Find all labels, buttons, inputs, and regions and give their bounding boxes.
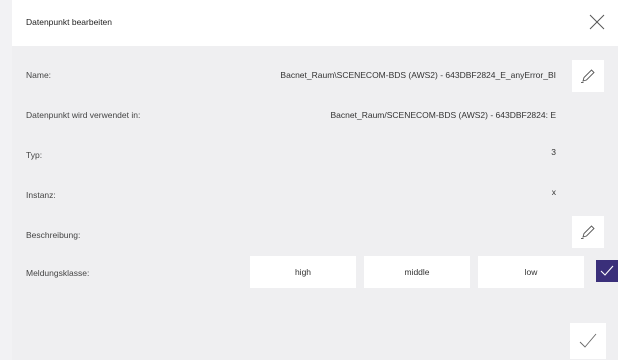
checkmark-icon [600, 265, 614, 276]
message-class-option-low[interactable]: low [478, 256, 584, 288]
checkmark-icon [579, 333, 597, 348]
message-class-option-middle[interactable]: middle [364, 256, 470, 288]
name-value: Bacnet_Raum\SCENECOM-BDS (AWS2) - 643DBF… [280, 70, 556, 80]
description-label: Beschreibung: [26, 230, 81, 240]
type-label: Typ: [26, 150, 43, 160]
name-label: Name: [26, 70, 52, 80]
instance-value: x [551, 187, 556, 197]
message-class-label: Meldungsklasse: [26, 268, 90, 278]
instance-label: Instanz: [26, 190, 56, 200]
edit-description-button[interactable] [572, 216, 604, 248]
pencil-icon [581, 225, 595, 239]
pencil-icon [581, 69, 595, 83]
confirm-button[interactable] [570, 323, 606, 359]
dialog-title: Datenpunkt bearbeiten [26, 17, 113, 27]
edit-name-button[interactable] [572, 60, 604, 92]
type-value: 3 [551, 147, 556, 157]
used-in-label: Datenpunkt wird verwendet in: [26, 110, 141, 120]
message-class-option-high[interactable]: high [250, 256, 356, 288]
close-icon [589, 14, 605, 30]
edit-datapoint-dialog: Datenpunkt bearbeiten Name: Bacnet_Raum\… [12, 0, 618, 360]
dialog-header: Datenpunkt bearbeiten [12, 0, 618, 46]
used-in-value: Bacnet_Raum/SCENECOM-BDS (AWS2) - 643DBF… [330, 110, 556, 120]
close-button[interactable] [588, 13, 606, 31]
message-class-checkbox[interactable] [596, 260, 618, 282]
